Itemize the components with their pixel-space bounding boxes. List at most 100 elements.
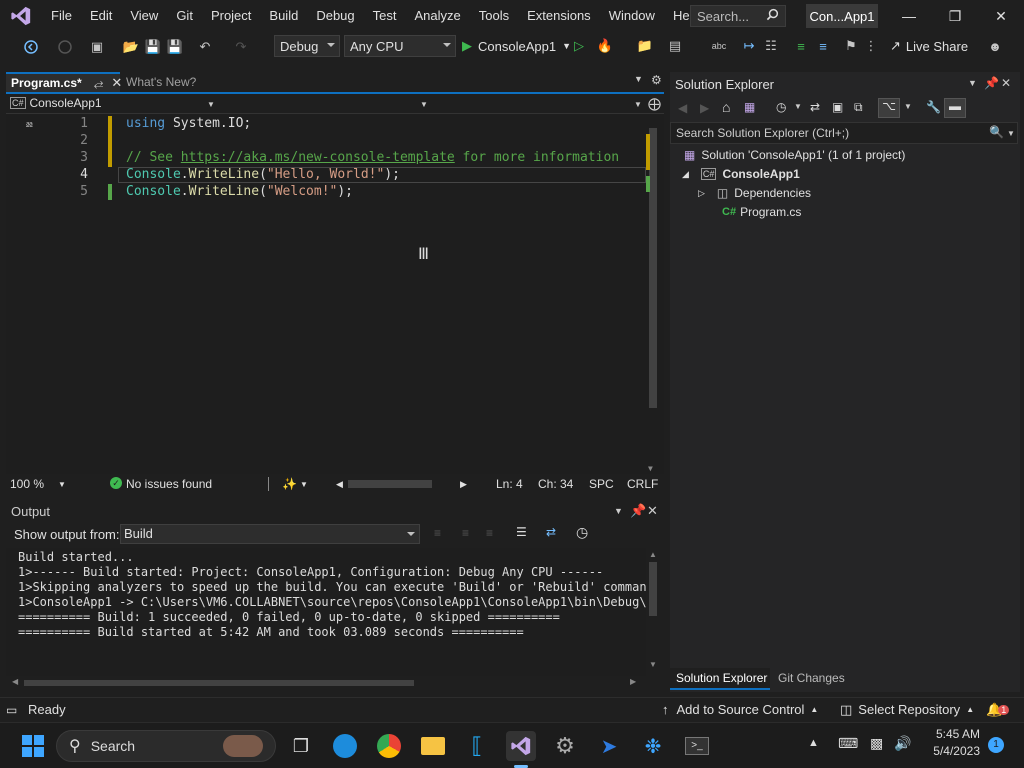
whitespace-indicator[interactable]: SPC — [589, 477, 614, 491]
power-automate-icon[interactable]: ➤ — [594, 731, 624, 761]
menu-analyze[interactable]: Analyze — [405, 0, 469, 32]
line-ending-indicator[interactable]: CRLF — [627, 477, 658, 491]
scroll-right-icon[interactable]: ▶ — [460, 479, 467, 490]
output-scroll-left-icon[interactable]: ◀ — [12, 677, 18, 686]
spell-check-icon[interactable]: abc — [710, 37, 728, 55]
toolbar-overflow-icon[interactable]: ⋮ — [862, 37, 880, 55]
redo-icon[interactable]: ↷ — [232, 38, 250, 56]
tab-whats-new[interactable]: What's New? — [120, 72, 236, 92]
column-indicator[interactable]: Ch: 34 — [538, 477, 573, 491]
feedback-icon[interactable]: ☻ — [986, 37, 1004, 55]
hot-reload-icon[interactable]: 🔥 — [596, 37, 614, 55]
se-forward-icon[interactable]: ▶ — [700, 101, 709, 115]
add-to-source-control-button[interactable]: ↑ Add to Source Control ▲ — [662, 702, 818, 717]
notifications-button[interactable]: 🔔 1 — [986, 702, 1010, 718]
outdent-icon[interactable]: ≡ — [814, 37, 832, 55]
output-hscroll-thumb[interactable] — [24, 680, 414, 686]
output-scroll-up-icon[interactable]: ▲ — [649, 550, 657, 559]
expanded-arrow-icon[interactable]: ◢ — [682, 169, 689, 180]
code-line[interactable]: using System.IO; — [126, 116, 251, 131]
menu-git[interactable]: Git — [167, 0, 202, 32]
save-icon[interactable]: 💾 — [144, 38, 162, 56]
se-search-options-icon[interactable]: ▼ — [1007, 129, 1015, 138]
menu-build[interactable]: Build — [260, 0, 307, 32]
task-view-icon[interactable]: ❐ — [286, 731, 316, 761]
chrome-icon[interactable] — [374, 731, 404, 761]
code-cleanup-icon[interactable]: ✨ — [282, 477, 297, 491]
close-icon[interactable]: ✕ — [978, 0, 1024, 32]
output-scroll-right-icon[interactable]: ▶ — [630, 677, 636, 686]
menu-debug[interactable]: Debug — [307, 0, 363, 32]
se-filter-dropdown-icon[interactable]: ▼ — [904, 102, 912, 111]
settings-gear-icon[interactable]: ⚙ — [651, 73, 662, 87]
zoom-level[interactable]: 100 % — [10, 477, 44, 491]
menu-edit[interactable]: Edit — [81, 0, 121, 32]
tab-solution-explorer[interactable]: Solution Explorer — [670, 668, 770, 690]
save-all-icon[interactable]: 💾 — [166, 38, 184, 56]
se-switch-views-icon[interactable]: ▦ — [744, 100, 755, 114]
se-pending-dropdown-icon[interactable]: ▼ — [794, 102, 802, 111]
tree-program-cs-node[interactable]: C# Program.cs — [722, 205, 801, 219]
settings-app-icon[interactable]: ⚙ — [550, 731, 580, 761]
output-scroll-down-icon[interactable]: ▼ — [649, 660, 657, 669]
se-filter-icon[interactable]: ⌥ — [878, 98, 900, 118]
azure-devops-icon[interactable]: ❉ — [638, 731, 668, 761]
se-home-icon[interactable]: ⌂ — [722, 99, 730, 115]
tree-dependencies-node[interactable]: ▷ ◫ Dependencies — [698, 186, 811, 200]
tab-program-cs[interactable]: Program.cs* ⥄ ✕ — [6, 72, 122, 92]
output-scroll-thumb[interactable] — [649, 562, 657, 616]
tree-project-node[interactable]: ◢ C# ConsoleApp1 — [682, 167, 800, 181]
volume-icon[interactable]: 🔊 — [894, 735, 911, 752]
vscode-icon[interactable]: ⟦ — [462, 731, 492, 761]
notification-center-badge[interactable]: 1 — [988, 737, 1004, 753]
member-nav-arrow-icon[interactable]: ▼ — [420, 100, 428, 109]
se-properties-icon[interactable]: 🔧 — [926, 100, 941, 114]
status-notification-icon[interactable]: ▭ — [6, 703, 17, 717]
menu-test[interactable]: Test — [364, 0, 406, 32]
timestamp-icon[interactable]: ◷ — [576, 524, 588, 541]
start-debugging-button[interactable]: ▶ ConsoleApp1 ▼ — [462, 36, 571, 56]
menu-extensions[interactable]: Extensions — [518, 0, 600, 32]
tab-git-changes[interactable]: Git Changes — [770, 668, 850, 690]
horizontal-scroll-thumb[interactable] — [348, 480, 432, 488]
extra-nav-arrow-icon[interactable]: ▼ — [634, 100, 642, 109]
word-wrap-icon[interactable]: ⇄ — [546, 525, 556, 539]
output-text-area[interactable]: Build started... 1>------ Build started: … — [6, 548, 646, 676]
collapsed-arrow-icon[interactable]: ▷ — [698, 188, 705, 199]
clear-all-icon[interactable]: ☰ — [516, 525, 527, 539]
se-pending-changes-icon[interactable]: ◷ — [776, 100, 786, 114]
output-window-dropdown-icon[interactable]: ▼ — [614, 506, 623, 516]
start-without-debugging-icon[interactable]: ▷ — [570, 37, 588, 55]
windows-start-icon[interactable] — [18, 731, 48, 761]
clock[interactable]: 5:45 AM 5/4/2023 — [920, 727, 980, 758]
menu-view[interactable]: View — [121, 0, 167, 32]
new-project-icon[interactable]: ▣ — [88, 38, 106, 56]
visual-studio-logo-icon[interactable] — [0, 0, 42, 32]
output-source-dropdown[interactable]: Build — [120, 524, 420, 544]
next-message-icon[interactable]: ≡ — [486, 526, 493, 540]
code-line[interactable]: // See https://aka.ms/new-console-templa… — [126, 150, 619, 165]
output-vertical-scrollbar[interactable]: ▲ ▼ — [646, 548, 660, 672]
output-pin-icon[interactable]: 📌 — [630, 503, 646, 519]
configuration-dropdown[interactable]: Debug — [274, 35, 340, 57]
scroll-left-icon[interactable]: ◀ — [336, 479, 343, 490]
issues-label[interactable]: No issues found — [126, 477, 212, 491]
open-folder-icon[interactable]: 📂 — [122, 38, 140, 56]
step-icon[interactable]: ↦ — [740, 37, 758, 55]
menu-tools[interactable]: Tools — [470, 0, 518, 32]
se-dropdown-icon[interactable]: ▼ — [968, 78, 977, 88]
minimize-icon[interactable]: — — [886, 0, 932, 32]
quick-actions-icon[interactable]: ⎂ — [26, 118, 40, 132]
split-editor-icon[interactable]: ⨁ — [648, 96, 661, 112]
se-preview-icon[interactable]: ▬ — [944, 98, 966, 118]
code-line[interactable]: Console.WriteLine("Welcom!"); — [126, 184, 353, 199]
menu-project[interactable]: Project — [202, 0, 260, 32]
live-share-button[interactable]: ↗ Live Share — [890, 38, 968, 54]
select-repository-button[interactable]: ◫ Select Repository ▲ — [840, 702, 974, 718]
line-indicator[interactable]: Ln: 4 — [496, 477, 523, 491]
forward-icon[interactable] — [56, 38, 74, 56]
browse-folder-icon[interactable]: 📁 — [636, 37, 654, 55]
code-cleanup-dropdown-icon[interactable]: ▼ — [300, 480, 308, 489]
restore-icon[interactable]: ❐ — [932, 0, 978, 32]
taskbar-search[interactable]: ⚲ Search — [56, 730, 276, 762]
